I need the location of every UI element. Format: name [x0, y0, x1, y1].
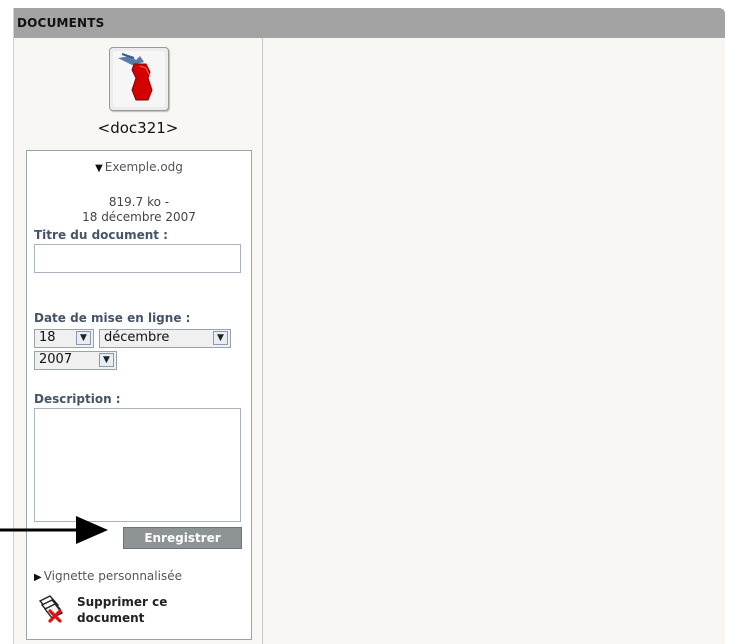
file-size: 819.7 ko - — [108, 195, 170, 209]
document-column: <doc321> ▼ Exemple.odg 819.7 ko - 18 déce… — [14, 38, 263, 644]
month-value: décembre — [104, 330, 170, 345]
day-value: 18 — [39, 330, 56, 345]
delete-line-2: document — [77, 611, 145, 625]
delete-document-label: Supprimer ce document — [77, 594, 167, 626]
year-value: 2007 — [39, 352, 73, 367]
chevron-down-icon: ▼ — [99, 353, 114, 367]
month-select[interactable]: décembre ▼ — [99, 329, 231, 348]
panel-header: DOCUMENTS — [14, 8, 725, 38]
file-date: 18 décembre 2007 — [82, 210, 196, 224]
triangle-right-icon: ▶ — [34, 572, 42, 583]
document-label: <doc321> — [97, 119, 179, 137]
arrow-right-icon — [0, 516, 108, 544]
year-select[interactable]: 2007 ▼ — [34, 351, 117, 370]
description-label: Description : — [34, 392, 121, 406]
title-input[interactable] — [34, 244, 241, 273]
save-button[interactable]: Enregistrer — [123, 527, 242, 549]
delete-document-icon — [36, 593, 66, 623]
delete-document-link[interactable]: Supprimer ce document — [36, 593, 196, 629]
documents-panel: DOCUMENTS <doc321> ▼ Exemple.odg 819.7 ko… — [13, 8, 725, 644]
delete-line-1: Supprimer ce — [77, 595, 168, 609]
document-file-icon[interactable] — [109, 47, 169, 111]
triangle-down-icon: ▼ — [95, 163, 103, 174]
chevron-down-icon: ▼ — [213, 331, 228, 345]
description-textarea[interactable] — [34, 408, 241, 522]
date-label: Date de mise en ligne : — [34, 311, 191, 325]
document-form-panel: ▼ Exemple.odg 819.7 ko - 18 décembre 2007… — [26, 150, 252, 640]
panel-title: DOCUMENTS — [17, 16, 105, 30]
chevron-down-icon: ▼ — [76, 331, 91, 345]
thumbnail-link-label: Vignette personnalisée — [43, 569, 182, 583]
file-toggle[interactable]: ▼ Exemple.odg — [27, 160, 251, 174]
day-select[interactable]: 18 ▼ — [34, 329, 94, 348]
title-label: Titre du document : — [34, 228, 168, 242]
custom-thumbnail-toggle[interactable]: ▶ Vignette personnalisée — [34, 569, 182, 583]
file-name: Exemple.odg — [104, 160, 183, 174]
file-meta: 819.7 ko - 18 décembre 2007 — [27, 195, 251, 225]
